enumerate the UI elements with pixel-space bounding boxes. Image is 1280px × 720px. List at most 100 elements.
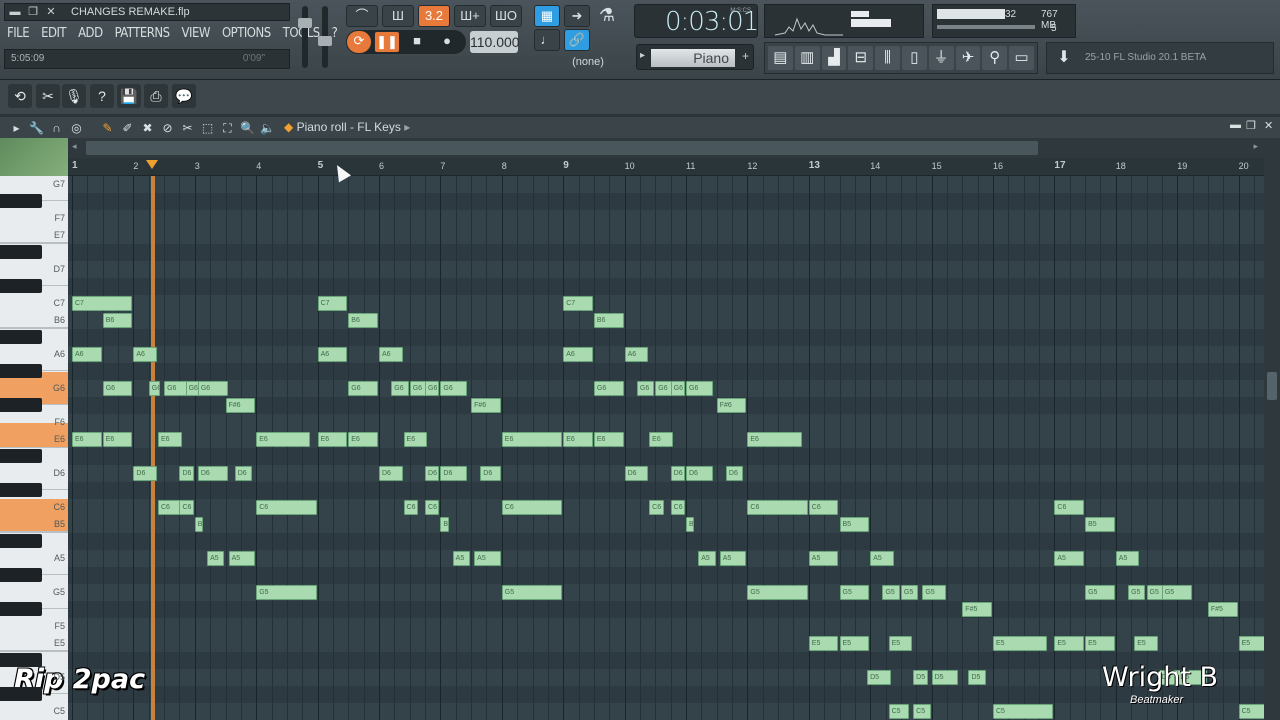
menu-view[interactable]: VIEW [179,24,213,44]
horizontal-scrollbar[interactable]: ◂ ▸ [68,138,1264,158]
pr-minimize-icon[interactable]: ▬ [1230,119,1241,131]
note[interactable]: A5 [228,551,256,566]
vertical-scroll-thumb[interactable] [1267,372,1277,400]
save-icon[interactable]: 💾 [117,84,141,108]
menu-options[interactable]: OPTIONS [219,24,274,44]
loop-record-button[interactable]: ШО [490,5,522,27]
note[interactable]: E6 [563,432,593,447]
select-tool-icon[interactable]: ⬚ [199,120,216,136]
note[interactable]: B6 [593,313,624,328]
note[interactable]: F#6 [225,398,256,413]
menu-file[interactable]: FILE [4,24,32,44]
record-button[interactable]: ● [434,31,460,53]
mixer-icon[interactable]: ⫼ [875,46,900,70]
recording-icon[interactable]: ⚲ [982,46,1008,70]
note[interactable]: E5 [1238,636,1264,651]
note[interactable]: G5 [900,585,919,600]
note[interactable]: D6 [179,466,194,481]
touch-keyboard-icon[interactable]: ▭ [1009,46,1034,70]
note[interactable]: G5 [256,585,317,600]
note[interactable]: A5 [1054,551,1085,566]
note[interactable]: G6 [686,381,713,396]
note[interactable]: E6 [593,432,624,447]
microphone-icon[interactable]: 🎙 [62,84,86,108]
note[interactable]: G6 [593,381,624,396]
note[interactable]: E6 [501,432,563,447]
note[interactable]: G5 [922,585,946,600]
note[interactable]: B5 [839,517,870,532]
note[interactable]: G5 [1085,585,1115,600]
note[interactable]: C7 [317,296,348,311]
note[interactable]: D6 [234,466,253,481]
note[interactable]: C5 [993,704,1054,719]
stop-button[interactable]: ■ [404,31,430,53]
note[interactable]: A5 [207,551,225,566]
note[interactable]: A5 [808,551,839,566]
note[interactable]: C6 [425,500,440,515]
note[interactable]: D6 [480,466,501,481]
note[interactable]: G6 [425,381,440,396]
note[interactable]: G6 [164,381,188,396]
piano-key-black[interactable] [0,364,42,378]
note[interactable]: C6 [747,500,808,515]
menu-patterns[interactable]: PATTERNS [112,24,173,44]
help-icon[interactable]: ? [90,84,114,108]
note[interactable]: E6 [256,432,311,447]
note[interactable]: G5 [1161,585,1192,600]
draw-tool-icon[interactable]: ✎ [99,120,116,136]
close-icon[interactable]: ✕ [43,5,59,19]
note[interactable]: D5 [913,670,928,685]
snap-icon[interactable]: ◎ [68,120,85,136]
fullscreen-tool-icon[interactable]: ⛶ [219,120,236,136]
note[interactable]: F#6 [716,398,747,413]
playhead-marker[interactable] [146,160,158,169]
export-icon[interactable]: ⎙ [144,84,168,108]
blend-button[interactable]: Ш+ [454,5,486,27]
recording-filter-icon[interactable]: ⚗ [594,5,620,39]
beat-counter-button[interactable]: 3.2 [418,5,450,27]
note[interactable]: D6 [670,466,685,481]
note[interactable]: A6 [133,347,157,362]
note[interactable]: E6 [649,432,673,447]
note[interactable]: E5 [1085,636,1115,651]
scroll-right-icon[interactable]: ▸ [1253,141,1258,152]
song-time-display[interactable]: 0:03:01 M:S:CS [634,4,759,38]
plugin-database-icon[interactable]: ⏚ [928,46,954,70]
wait-button[interactable]: Ш [382,5,414,27]
note[interactable]: E5 [808,636,839,651]
note[interactable]: G5 [882,585,900,600]
note[interactable]: C6 [403,500,418,515]
note[interactable]: E6 [403,432,428,447]
note[interactable]: C6 [1054,500,1085,515]
note[interactable]: D6 [133,466,157,481]
scroll-left-icon[interactable]: ◂ [72,141,77,152]
note[interactable]: B5 [686,517,695,532]
news-panel[interactable]: ⬇ 25-10 FL Studio 20.1 BETA [1046,42,1274,74]
channel-prev-icon[interactable]: ▸ [640,50,645,61]
piano-key-black[interactable] [0,194,42,208]
download-icon[interactable]: ⬇ [1051,46,1077,70]
note[interactable]: G5 [839,585,870,600]
piano-key-black[interactable] [0,602,42,616]
note[interactable]: C6 [808,500,839,515]
minimize-icon[interactable]: ▬ [7,5,23,19]
note[interactable]: B5 [1085,517,1115,532]
pr-maximize-icon[interactable]: ❐ [1246,119,1256,132]
note[interactable]: D6 [725,466,744,481]
note[interactable]: A6 [624,347,649,362]
master-pitch-slider[interactable] [318,6,332,68]
pr-close-icon[interactable]: ✕ [1264,119,1273,132]
note[interactable]: F#6 [471,398,501,413]
note[interactable]: C6 [157,500,182,515]
note[interactable]: A5 [870,551,894,566]
master-volume-slider[interactable] [298,6,312,68]
note[interactable]: E6 [747,432,802,447]
link-button[interactable]: 🔗 [564,29,590,51]
note[interactable]: C5 [888,704,910,719]
note[interactable]: D6 [197,466,228,481]
note[interactable]: D6 [440,466,468,481]
note[interactable]: C5 [1238,704,1264,719]
note[interactable]: A5 [452,551,471,566]
note[interactable]: A6 [563,347,593,362]
note[interactable]: G6 [197,381,228,396]
